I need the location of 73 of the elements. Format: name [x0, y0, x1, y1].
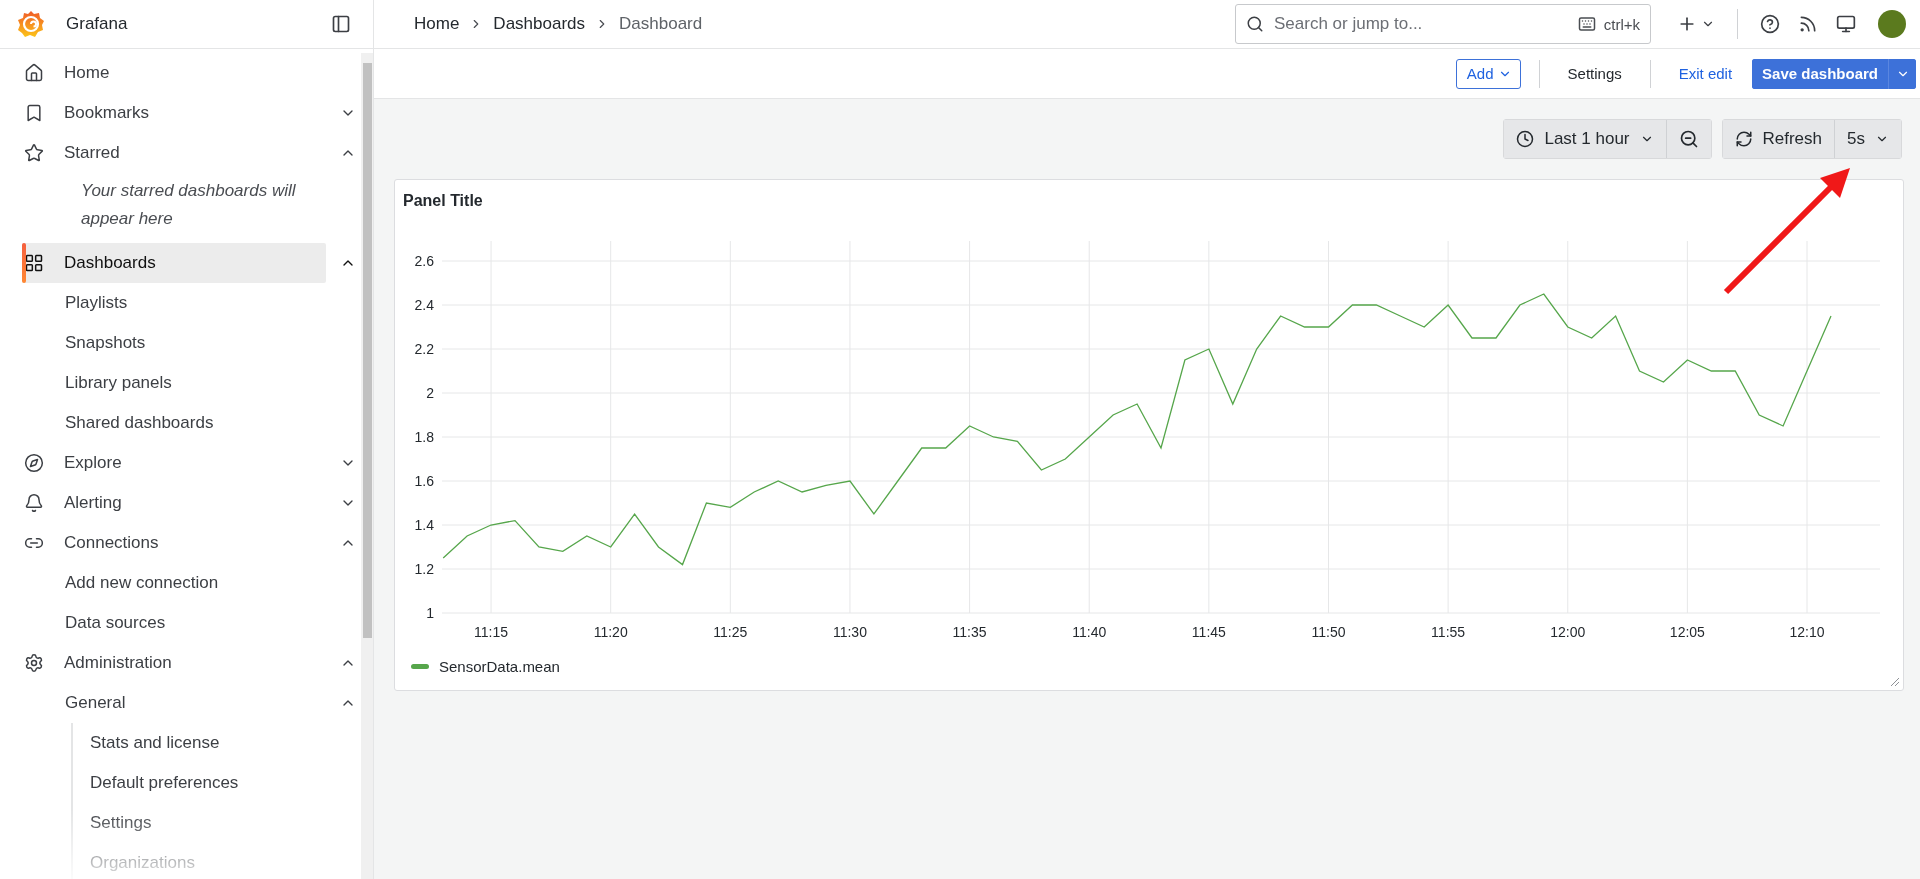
- sidebar-item[interactable]: General: [0, 683, 326, 723]
- logo-icon: [16, 9, 46, 39]
- empty-state-text: Your starred dashboards will appear here: [80, 180, 297, 230]
- compass-icon: [24, 453, 44, 473]
- axis-tick-label: 12:00: [1550, 624, 1586, 640]
- zoom-out-icon: [1678, 129, 1699, 149]
- axis-tick-label: 1: [426, 605, 434, 621]
- axis-tick-label: 1.2: [414, 561, 434, 577]
- help-icon: [1760, 14, 1780, 34]
- resize-handle-icon[interactable]: [1890, 677, 1900, 687]
- axis-tick-label: 12:10: [1789, 624, 1825, 640]
- save-options-button[interactable]: [1888, 58, 1916, 89]
- axis-tick-label: 11:30: [832, 624, 867, 640]
- sidebar-item[interactable]: Administration: [22, 643, 326, 683]
- axis-tick-label: 11:50: [1311, 624, 1346, 640]
- breadcrumb-link[interactable]: Dashboards: [493, 14, 586, 34]
- sidebar-item[interactable]: Starred: [22, 133, 326, 173]
- star-icon: [24, 143, 44, 163]
- refresh-icon: [1734, 130, 1753, 148]
- panel-title: Panel Title: [403, 191, 484, 211]
- sidebar-item[interactable]: Shared dashboards: [0, 403, 326, 443]
- axis-tick-label: 12:05: [1669, 624, 1705, 640]
- sidebar-item[interactable]: Snapshots: [0, 323, 326, 363]
- sidebar-item[interactable]: Library panels: [0, 363, 326, 403]
- sidebar-item[interactable]: Home: [22, 53, 326, 93]
- breadcrumb-link[interactable]: Home: [414, 14, 460, 34]
- legend-label[interactable]: SensorData.mean: [439, 657, 560, 675]
- refresh-interval-picker[interactable]: 5s: [1834, 120, 1901, 158]
- axis-tick-label: 11:20: [593, 624, 628, 640]
- sidebar-item[interactable]: Alerting: [22, 483, 326, 523]
- clock-icon: [1516, 130, 1535, 148]
- brand-name: Grafana: [66, 14, 129, 34]
- add-button[interactable]: Add: [1455, 58, 1521, 89]
- axis-tick-label: 1.4: [414, 517, 434, 533]
- sidebar-item[interactable]: Data sources: [0, 603, 326, 643]
- sidebar-item[interactable]: Add new connection: [0, 563, 326, 603]
- search-field[interactable]: Search or jump to...: [1272, 13, 1570, 35]
- zoom-out-button[interactable]: [1665, 120, 1711, 158]
- rss-icon: [1798, 14, 1818, 34]
- avatar[interactable]: [1878, 10, 1906, 38]
- axis-tick-label: 11:35: [952, 624, 987, 640]
- axis-tick-label: 1.8: [414, 429, 434, 445]
- keyboard-icon: [1577, 15, 1596, 33]
- axis-tick-label: 11:55: [1431, 624, 1466, 640]
- sidebar-item[interactable]: Stats and license: [73, 723, 326, 763]
- axis-tick-label: 11:25: [713, 624, 748, 640]
- scrollbar[interactable]: [361, 53, 373, 879]
- settings-icon: [24, 653, 44, 673]
- home-icon: [24, 63, 44, 83]
- bookmark-icon: [24, 103, 44, 123]
- search-icon: [1246, 15, 1264, 33]
- shortcut-hint: ctrl+k: [1603, 15, 1640, 33]
- monitor-icon: [1836, 14, 1856, 34]
- sidebar-item[interactable]: Connections: [22, 523, 326, 563]
- axis-tick-label: 2.6: [414, 253, 434, 269]
- axis-tick-label: 2.2: [414, 341, 434, 357]
- settings-button[interactable]: Settings: [1557, 65, 1632, 82]
- sidebar-item[interactable]: Playlists: [0, 283, 326, 323]
- sidebar-item[interactable]: Settings: [73, 803, 326, 843]
- search-box[interactable]: Search or jump to... ctrl+k: [1235, 4, 1651, 44]
- sidebar-item[interactable]: Explore: [22, 443, 326, 483]
- axis-tick-label: 2: [426, 385, 434, 401]
- axis-tick-label: 11:40: [1072, 624, 1107, 640]
- axis-tick-label: 11:45: [1191, 624, 1226, 640]
- sidebar-item[interactable]: Default preferences: [73, 763, 326, 803]
- breadcrumb-link[interactable]: Dashboard: [619, 14, 703, 34]
- grid-icon: [24, 253, 44, 273]
- exit-edit-button[interactable]: Exit edit: [1668, 65, 1743, 82]
- sidebar-item[interactable]: Bookmarks: [22, 93, 326, 133]
- bell-icon: [24, 493, 44, 513]
- axis-tick-label: 1.6: [414, 473, 434, 489]
- axis-tick-label: 2.4: [414, 297, 434, 313]
- axis-tick-label: 11:15: [474, 624, 509, 640]
